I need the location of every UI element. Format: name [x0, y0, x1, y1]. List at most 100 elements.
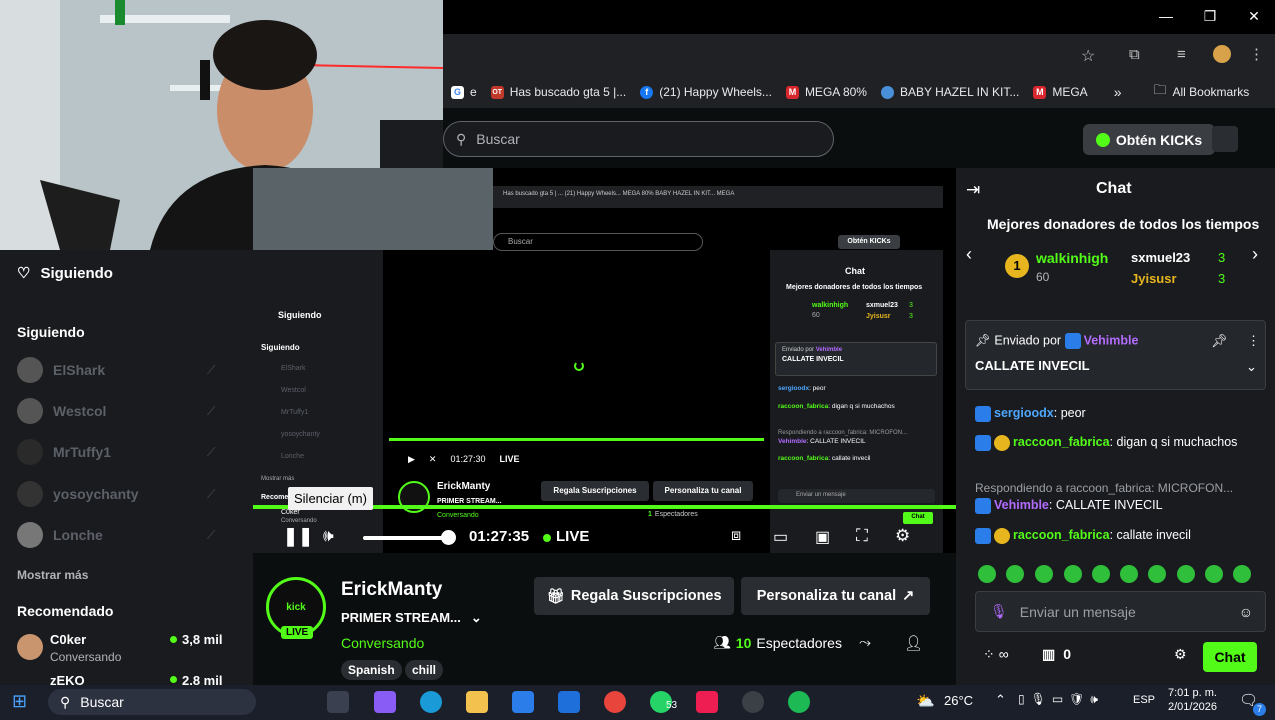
store-icon[interactable]	[512, 691, 534, 713]
emote-icon[interactable]	[1205, 565, 1223, 583]
settings-gear-icon[interactable]: ⚙	[895, 526, 910, 546]
tiktok-icon[interactable]	[696, 691, 718, 713]
stream-title[interactable]: PRIMER STREAM... ⌄	[341, 610, 482, 626]
extensions-icon[interactable]: ⧉	[1129, 46, 1140, 63]
stream-category[interactable]: Conversando	[341, 635, 424, 651]
sidebar-item-lonche[interactable]: Lonche	[17, 522, 103, 548]
volume-slider-handle[interactable]	[441, 530, 456, 545]
gift-subs-button[interactable]: 🎁︎ Regala Suscripciones	[534, 577, 734, 615]
miniplayer-icon[interactable]: ▣	[815, 527, 830, 547]
emote-icon[interactable]	[978, 565, 996, 583]
sidebar-item-westcol[interactable]: Westcol	[17, 398, 106, 424]
task-view-icon[interactable]	[327, 691, 349, 713]
weather-icon[interactable]: ⛅	[916, 692, 935, 710]
media-control-icon[interactable]: ≡	[1177, 46, 1186, 63]
bookmark-star-icon[interactable]: ☆	[1081, 46, 1095, 66]
weather-temp[interactable]: 26°C	[944, 693, 973, 708]
avatar	[17, 522, 43, 548]
more-icon[interactable]: ⋮	[1247, 333, 1260, 349]
collapse-chat-icon[interactable]: ⇥	[966, 180, 980, 200]
minimize-icon[interactable]: —	[1151, 8, 1181, 24]
pin-icon[interactable]: 📌︎	[1211, 333, 1228, 349]
obs-icon[interactable]	[742, 691, 764, 713]
sidebar-following-header[interactable]: ♡ Siguiendo	[17, 264, 113, 283]
clock-time[interactable]: 7:01 p. m.	[1168, 687, 1217, 699]
recommended-channel-name[interactable]: zEKO	[50, 673, 85, 685]
language-indicator[interactable]: ESP	[1133, 694, 1155, 706]
chrome-icon[interactable]	[604, 691, 626, 713]
edge-icon[interactable]	[420, 691, 442, 713]
pinned-message[interactable]: 📌︎ Enviado por Vehimble CALLATE INVECIL …	[965, 320, 1266, 390]
windows-start-icon[interactable]: ⊞	[12, 691, 27, 712]
outlook-icon[interactable]	[558, 691, 580, 713]
all-bookmarks[interactable]: 🗀 All Bookmarks	[1153, 81, 1249, 103]
pause-button[interactable]: ❚❚	[283, 526, 313, 547]
tag-chill[interactable]: chill	[405, 660, 444, 680]
emote-icon[interactable]	[1035, 565, 1053, 583]
share-icon[interactable]: ⤳	[859, 634, 871, 651]
menu-dots-icon[interactable]: ⋮	[1249, 45, 1264, 63]
bookmark-item[interactable]: M MEGA	[1033, 85, 1088, 99]
viewer-count: 3,8 mil	[170, 632, 222, 647]
file-explorer-icon[interactable]	[466, 691, 488, 713]
bookmark-item[interactable]: M MEGA 80%	[785, 85, 867, 99]
donor-name[interactable]: walkinhigh	[1036, 250, 1108, 266]
recommended-channel-name[interactable]: C0ker	[50, 632, 86, 647]
volume-button[interactable]: 🕪	[323, 526, 334, 546]
theater-mode-icon[interactable]: ▭	[773, 527, 788, 547]
bookmark-item[interactable]: OT Has buscado gta 5 |...	[490, 85, 626, 99]
chevron-down-icon[interactable]: ⌄	[1246, 359, 1257, 375]
sidebar-item-elshark[interactable]: ElShark	[17, 357, 105, 383]
volume-slider[interactable]	[363, 536, 451, 540]
restore-icon[interactable]: ❐	[1195, 8, 1225, 25]
emote-icon[interactable]	[1120, 565, 1138, 583]
avatar[interactable]	[17, 634, 43, 660]
kicks-balance[interactable]: ▥ 0	[1042, 646, 1071, 663]
copilot-icon[interactable]	[374, 691, 396, 713]
profile-avatar[interactable]	[1213, 45, 1231, 63]
emote-icon[interactable]	[1233, 565, 1251, 583]
mic-icon[interactable]: 🎙︎	[990, 603, 1008, 620]
next-donor-icon[interactable]: ›	[1252, 244, 1258, 265]
bookmark-item[interactable]: BABY HAZEL IN KIT...	[880, 85, 1019, 99]
mega-icon: M	[1033, 85, 1047, 99]
show-more-link[interactable]: Mostrar más	[17, 568, 88, 582]
search-input[interactable]: ⚲ Buscar	[443, 121, 834, 157]
spotify-icon[interactable]	[788, 691, 810, 713]
add-user-icon[interactable]: 👤︎	[904, 634, 923, 652]
tray-chevron-icon[interactable]: ⌃	[995, 692, 1006, 708]
emote-icon[interactable]	[1177, 565, 1195, 583]
clock-date[interactable]: 2/01/2026	[1168, 701, 1217, 713]
user-avatar[interactable]	[1212, 126, 1238, 152]
bookmarks-overflow-icon[interactable]: »	[1114, 84, 1122, 100]
get-kicks-button[interactable]: Obtén KICKs	[1083, 124, 1215, 155]
chat-message: sergioodx: peor	[975, 403, 1255, 423]
tray-icons[interactable]: ▯🎙︎▭🛡︎🕪	[1018, 692, 1104, 707]
emoji-icon[interactable]: ☺	[1239, 604, 1253, 620]
tag-spanish[interactable]: Spanish	[341, 660, 402, 680]
chat-input[interactable]: 🎙︎ Enviar un mensaje ☺	[975, 591, 1266, 632]
customize-channel-button[interactable]: Personaliza tu canal ↗	[741, 577, 930, 615]
emote-icon[interactable]	[1148, 565, 1166, 583]
external-link-icon: ↗	[902, 588, 915, 604]
chat-send-button[interactable]: Chat	[1203, 642, 1257, 672]
donor-name[interactable]: sxmuel23	[1131, 250, 1190, 265]
prev-donor-icon[interactable]: ‹	[966, 244, 972, 265]
chat-settings-icon[interactable]: ⚙	[1174, 646, 1187, 663]
bookmark-item[interactable]: f (21) Happy Wheels...	[640, 85, 772, 99]
points-indicator[interactable]: ⁘ ∞	[983, 646, 1009, 663]
donor-name[interactable]: Jyisusr	[1131, 271, 1177, 286]
live-dot-icon	[170, 636, 177, 643]
sidebar-item-mrtuffy1[interactable]: MrTuffy1	[17, 439, 111, 465]
emote-icon[interactable]	[1092, 565, 1110, 583]
emote-icon[interactable]	[1006, 565, 1024, 583]
clip-icon[interactable]: ⧈	[731, 527, 741, 545]
close-icon[interactable]: ✕	[1239, 8, 1269, 25]
bookmark-item[interactable]: Ge	[451, 85, 477, 99]
sidebar-item-yosoychanty[interactable]: yosoychanty	[17, 481, 139, 507]
emote-icon[interactable]	[1064, 565, 1082, 583]
taskbar-search[interactable]: ⚲ Buscar	[48, 689, 256, 715]
heart-icon: ♡	[17, 265, 31, 282]
fullscreen-icon[interactable]: ⛶	[856, 526, 868, 546]
streamer-name[interactable]: ErickManty	[341, 579, 442, 601]
